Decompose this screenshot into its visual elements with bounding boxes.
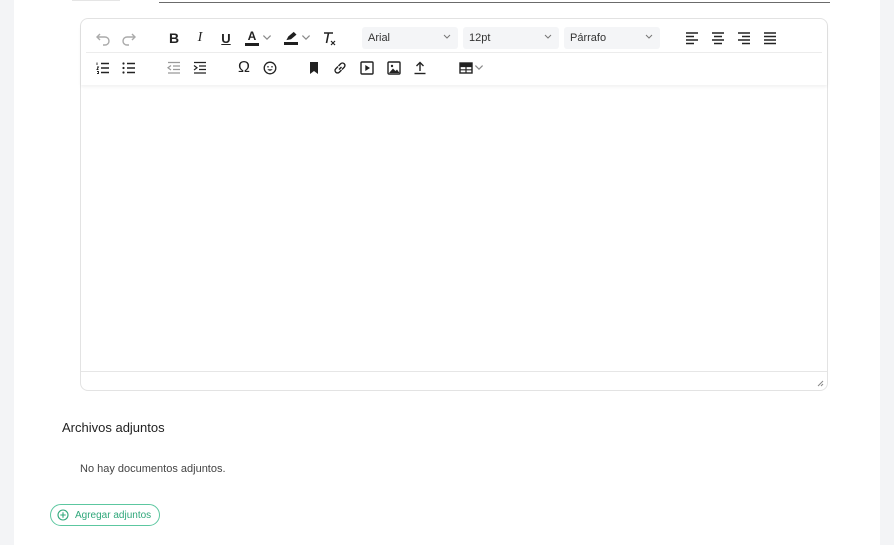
align-left-icon[interactable] [681, 27, 703, 49]
table-chevron-icon[interactable] [473, 57, 485, 79]
align-center-icon[interactable] [707, 27, 729, 49]
link-icon[interactable] [329, 57, 351, 79]
tab-underline [72, 0, 120, 1]
redo-icon[interactable] [118, 27, 140, 49]
clear-format-icon[interactable] [318, 27, 340, 49]
numbered-list-icon[interactable] [92, 57, 114, 79]
font-family-value: Arial [368, 32, 391, 44]
chevron-down-icon [645, 34, 653, 39]
add-attachment-button[interactable]: Agregar adjuntos [50, 504, 160, 526]
image-icon[interactable] [383, 57, 405, 79]
indent-icon[interactable] [189, 57, 211, 79]
align-right-icon[interactable] [733, 27, 755, 49]
undo-icon[interactable] [92, 27, 114, 49]
text-color-icon[interactable]: A [241, 27, 263, 49]
font-family-select[interactable]: Arial [362, 27, 458, 49]
bold-glyph: B [168, 30, 180, 46]
editor-statusbar [81, 371, 827, 390]
italic-glyph: I [197, 30, 203, 45]
add-attachment-label: Agregar adjuntos [75, 509, 152, 521]
align-justify-icon[interactable] [759, 27, 781, 49]
outdent-icon[interactable] [163, 57, 185, 79]
underline-glyph: U [221, 30, 231, 46]
media-icon[interactable] [356, 57, 378, 79]
input-underline [159, 2, 830, 3]
bullet-list-icon[interactable] [118, 57, 140, 79]
bookmark-icon[interactable] [303, 57, 325, 79]
attachments-empty-message: No hay documentos adjuntos. [80, 463, 226, 475]
text-color-glyph: A [247, 29, 257, 43]
upload-icon[interactable] [409, 57, 431, 79]
highlight-swatch [284, 42, 298, 45]
toolbar-row-2: Ω [81, 53, 827, 83]
block-format-value: Párrafo [570, 32, 607, 44]
highlight-icon[interactable] [280, 27, 302, 49]
plus-circle-icon [57, 509, 69, 521]
attachments-title: Archivos adjuntos [62, 420, 165, 435]
text-color-swatch [245, 43, 259, 46]
font-size-select[interactable]: 12pt [463, 27, 559, 49]
chevron-down-icon [544, 34, 552, 39]
toolbar-row-1: B I U A Arial 12pt Párrafo [81, 23, 827, 53]
block-format-select[interactable]: Párrafo [564, 27, 660, 49]
underline-icon[interactable]: U [215, 27, 237, 49]
omega-glyph: Ω [238, 59, 250, 76]
italic-icon[interactable]: I [189, 27, 211, 49]
resize-handle-icon[interactable] [816, 379, 824, 387]
editor-toolbar: B I U A Arial 12pt Párrafo Ω [81, 19, 827, 85]
special-char-icon[interactable]: Ω [233, 57, 255, 79]
text-color-chevron-icon[interactable] [261, 27, 273, 49]
rich-text-editor: B I U A Arial 12pt Párrafo Ω [80, 18, 828, 391]
highlight-chevron-icon[interactable] [300, 27, 312, 49]
font-size-value: 12pt [469, 32, 491, 44]
emoji-icon[interactable] [259, 57, 281, 79]
bold-icon[interactable]: B [163, 27, 185, 49]
chevron-down-icon [443, 34, 451, 39]
